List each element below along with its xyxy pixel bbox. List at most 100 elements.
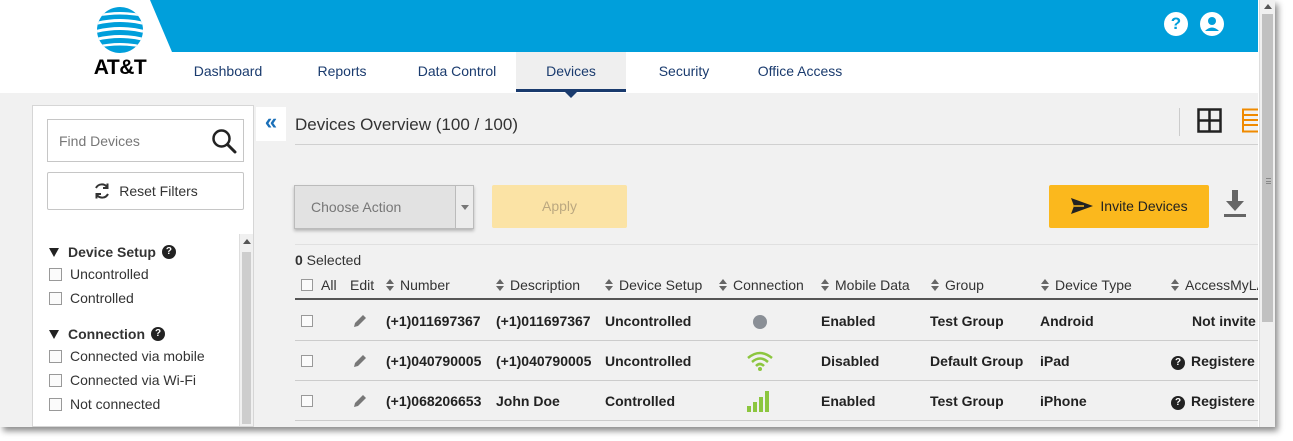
pencil-icon[interactable] (352, 353, 368, 369)
table-row[interactable]: (+1)068206653 John Doe Controlled Enable… (295, 381, 1258, 421)
pencil-icon[interactable] (352, 393, 368, 409)
selected-count-number: 0 (295, 252, 303, 268)
filter-list: Device Setup ? Uncontrolled Controlled C… (49, 242, 239, 416)
list-view-icon[interactable] (1240, 108, 1258, 133)
divider (295, 144, 1258, 145)
cell-mobile-data: Disabled (821, 353, 880, 369)
choose-action-value: Choose Action (311, 199, 402, 215)
filter-option-label: Controlled (70, 290, 134, 306)
filter-option-connected-wifi[interactable]: Connected via Wi-Fi (49, 368, 239, 392)
page-scrollbar[interactable] (1259, 0, 1275, 427)
header-mobile-data[interactable]: Mobile Data (821, 272, 910, 298)
sort-icon (931, 279, 939, 291)
sort-icon (605, 279, 613, 291)
scroll-up-icon[interactable] (243, 239, 251, 244)
download-icon[interactable] (1222, 188, 1248, 220)
header-access-label: AccessMyLA (1185, 277, 1258, 293)
cell-description: (+1)011697367 (496, 313, 591, 329)
tab-devices[interactable]: Devices (516, 52, 626, 98)
select-all-checkbox[interactable] (301, 279, 313, 291)
sidebar-scrollbar[interactable] (239, 234, 253, 426)
help-icon[interactable]: ? (1164, 12, 1188, 36)
header-number[interactable]: Number (386, 272, 450, 298)
filter-sidebar: Reset Filters Device Setup ? Uncontrolle… (32, 105, 254, 427)
sort-icon (1041, 279, 1049, 291)
header-all: All (321, 277, 337, 293)
tab-reports[interactable]: Reports (286, 52, 398, 92)
scroll-up-icon[interactable] (1264, 4, 1272, 9)
header-access[interactable]: AccessMyLA (1171, 272, 1258, 298)
header-number-label: Number (400, 277, 450, 293)
help-icon[interactable]: ? (1171, 356, 1185, 370)
search-input[interactable] (48, 120, 208, 161)
header-description[interactable]: Description (496, 272, 580, 298)
top-bar: AT&T ? (0, 0, 1258, 79)
cell-number: (+1)011697367 (386, 313, 481, 329)
cell-access: ? Registere (1171, 341, 1258, 381)
filter-group-title: Connection (68, 326, 145, 342)
cell-number: (+1)068206653 (386, 393, 482, 409)
cell-number: (+1)040790005 (386, 353, 482, 369)
cell-device-setup: Controlled (605, 393, 675, 409)
row-checkbox[interactable] (301, 355, 313, 367)
sort-icon (719, 279, 727, 291)
filter-group-title: Device Setup (68, 244, 156, 260)
invite-devices-button[interactable]: Invite Devices (1049, 185, 1209, 228)
tab-data-control[interactable]: Data Control (398, 52, 516, 92)
help-icon[interactable]: ? (151, 327, 165, 341)
header-connection-label: Connection (733, 277, 804, 293)
table-row[interactable]: (+1)011697367 (+1)011697367 Uncontrolled… (295, 301, 1258, 341)
checkbox[interactable] (49, 267, 62, 281)
scrollbar-thumb[interactable] (242, 252, 251, 424)
table-row[interactable]: (+1)040790005 (+1)040790005 Uncontrolled… (295, 341, 1258, 381)
choose-action-select[interactable]: Choose Action (294, 185, 474, 229)
grid-view-icon[interactable] (1197, 108, 1222, 133)
grip-icon (1266, 178, 1271, 184)
pencil-icon[interactable] (352, 313, 368, 329)
checkbox[interactable] (49, 291, 62, 305)
cell-access: ? Registere (1171, 381, 1258, 421)
att-logo[interactable]: AT&T (88, 6, 152, 82)
tab-office-access[interactable]: Office Access (742, 52, 858, 92)
header-group[interactable]: Group (931, 272, 984, 298)
reset-filters-button[interactable]: Reset Filters (47, 172, 244, 210)
help-icon[interactable]: ? (1171, 396, 1185, 410)
row-checkbox[interactable] (301, 395, 313, 407)
header-mobile-data-label: Mobile Data (835, 277, 910, 293)
checkbox[interactable] (49, 373, 62, 387)
chevron-down-icon[interactable] (455, 186, 473, 228)
filter-option-not-connected[interactable]: Not connected (49, 392, 239, 416)
cell-device-type: iPad (1040, 353, 1070, 369)
search-icon[interactable] (211, 128, 237, 154)
cell-device-type: Android (1040, 313, 1094, 329)
checkbox[interactable] (49, 397, 62, 411)
filter-option-uncontrolled[interactable]: Uncontrolled (49, 262, 239, 286)
mobile-signal-icon (747, 391, 769, 412)
sort-icon (386, 279, 394, 291)
user-glyph (1205, 17, 1219, 31)
scrollbar-thumb[interactable] (1262, 14, 1273, 322)
header-device-setup[interactable]: Device Setup (605, 272, 702, 298)
checkbox[interactable] (49, 349, 62, 363)
header-connection[interactable]: Connection (719, 272, 804, 298)
tab-security[interactable]: Security (626, 52, 742, 92)
tab-dashboard[interactable]: Dashboard (170, 52, 286, 92)
header-description-label: Description (510, 277, 581, 293)
select-all[interactable]: All (301, 272, 337, 298)
sort-icon (1171, 279, 1179, 291)
header-device-type[interactable]: Device Type (1041, 272, 1132, 298)
filter-option-label: Connected via Wi-Fi (70, 372, 197, 388)
filter-option-controlled[interactable]: Controlled (49, 286, 239, 310)
apply-button[interactable]: Apply (492, 185, 627, 228)
not-connected-icon (753, 315, 767, 329)
user-icon[interactable] (1200, 12, 1224, 36)
table-header: All Edit Number Description Device Setup… (295, 272, 1258, 300)
row-checkbox[interactable] (301, 315, 313, 327)
filter-group-device-setup[interactable]: Device Setup ? (49, 242, 239, 262)
filter-option-connected-mobile[interactable]: Connected via mobile (49, 344, 239, 368)
sort-icon (496, 279, 504, 291)
help-icon[interactable]: ? (161, 245, 176, 259)
filter-group-connection[interactable]: Connection ? (49, 324, 239, 344)
cell-device-type: iPhone (1040, 393, 1087, 409)
collapse-sidebar-button[interactable]: « (256, 107, 286, 141)
